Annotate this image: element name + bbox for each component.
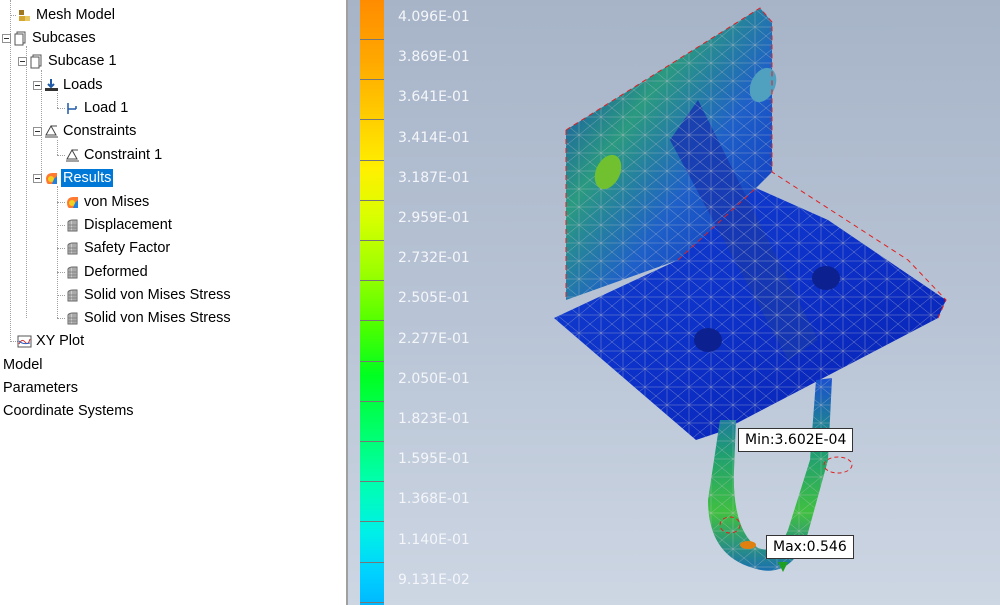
- tree-connector: [57, 248, 65, 249]
- mesh-grid-icon: [65, 311, 80, 326]
- max-callout: Max:0.546: [766, 535, 854, 559]
- tree-connector: [57, 295, 65, 296]
- tree-item-safety-factor[interactable]: Safety Factor: [65, 237, 172, 259]
- mesh-grid-icon: [65, 288, 80, 303]
- tree-item-mesh-model[interactable]: Mesh Model: [17, 4, 117, 26]
- min-callout: Min:3.602E-04: [738, 428, 854, 452]
- tree-item-label: Results: [61, 169, 114, 187]
- fea-model-render: [554, 7, 947, 572]
- collapse-toggle[interactable]: [18, 56, 27, 66]
- mesh-grid-icon: [65, 265, 80, 280]
- tree-item-loads[interactable]: Loads: [33, 74, 105, 96]
- collapse-toggle[interactable]: [33, 80, 42, 90]
- tree-item-constraints[interactable]: Constraints: [33, 120, 138, 142]
- tree-item-label: Subcase 1: [48, 53, 117, 69]
- tree-connector: [57, 202, 65, 203]
- tree-item-label: Loads: [63, 77, 103, 93]
- mesh-grid-icon: [65, 241, 80, 256]
- tree-connector: [10, 0, 11, 340]
- mesh-grid-icon: [65, 218, 80, 233]
- collapse-toggle[interactable]: [2, 33, 11, 43]
- tree-item-label: Displacement: [84, 217, 172, 233]
- tree-connector: [57, 318, 65, 319]
- tree-item-label: Load 1: [84, 100, 129, 116]
- tree-connector: [57, 155, 65, 156]
- model-tree: Mesh Model Subcases Subcase 1 Loads Load…: [0, 0, 346, 605]
- tree-connector: [26, 46, 27, 318]
- tree-item-subcase-1[interactable]: Subcase 1: [18, 50, 119, 72]
- tree-item-label: Subcases: [32, 30, 96, 46]
- mesh-icon: [17, 8, 32, 23]
- tree-item-parameters[interactable]: Parameters: [3, 377, 78, 399]
- tree-item-label: von Mises: [84, 194, 150, 210]
- xy-plot-icon: [17, 334, 32, 349]
- tree-item-model[interactable]: Model: [3, 354, 43, 376]
- tree-item-displacement[interactable]: Displacement: [65, 214, 174, 236]
- results-icon: [65, 195, 80, 210]
- load-icon: [65, 101, 80, 116]
- tree-item-load-1[interactable]: Load 1: [65, 97, 130, 119]
- constraint-icon: [65, 148, 80, 163]
- tree-connector: [10, 15, 16, 16]
- tree-item-solid-von-mises-stress[interactable]: Solid von Mises Stress: [65, 284, 233, 306]
- tree-item-label: Safety Factor: [84, 240, 171, 256]
- results-icon: [44, 171, 59, 186]
- collapse-toggle[interactable]: [33, 126, 42, 136]
- tree-item-deformed[interactable]: Deformed: [65, 261, 150, 283]
- collapse-toggle[interactable]: [33, 173, 42, 183]
- tree-item-von-mises[interactable]: von Mises: [65, 191, 151, 213]
- tree-item-solid-von-mises-stress-2[interactable]: Solid von Mises Stress: [65, 307, 233, 329]
- tree-item-label: Solid von Mises Stress: [84, 287, 231, 303]
- 3d-viewport[interactable]: 4.096E-01 3.869E-01 3.641E-01 3.414E-01 3.18…: [348, 0, 1000, 605]
- tree-item-subcases[interactable]: Subcases: [2, 27, 98, 49]
- tree-connector: [57, 225, 65, 226]
- tree-connector: [57, 272, 65, 273]
- document-icon: [13, 31, 28, 46]
- tree-item-label: Solid von Mises Stress: [84, 310, 231, 326]
- tree-connector: [57, 140, 58, 155]
- tree-connector: [57, 186, 58, 318]
- loads-icon: [44, 78, 59, 93]
- tree-item-coordinate-systems[interactable]: Coordinate Systems: [3, 400, 134, 422]
- tree-item-constraint-1[interactable]: Constraint 1: [65, 144, 164, 166]
- document-icon: [29, 54, 44, 69]
- tree-connector: [57, 108, 65, 109]
- tree-item-label: Constraint 1: [84, 147, 163, 163]
- tree-item-label: XY Plot: [36, 333, 85, 349]
- tree-item-label: Deformed: [84, 264, 148, 280]
- tree-item-xy-plot[interactable]: XY Plot: [17, 330, 86, 352]
- tree-item-label: Mesh Model: [36, 7, 115, 23]
- tree-item-label: Constraints: [63, 123, 137, 139]
- tree-item-results[interactable]: Results: [33, 167, 114, 189]
- constraint-icon: [44, 124, 59, 139]
